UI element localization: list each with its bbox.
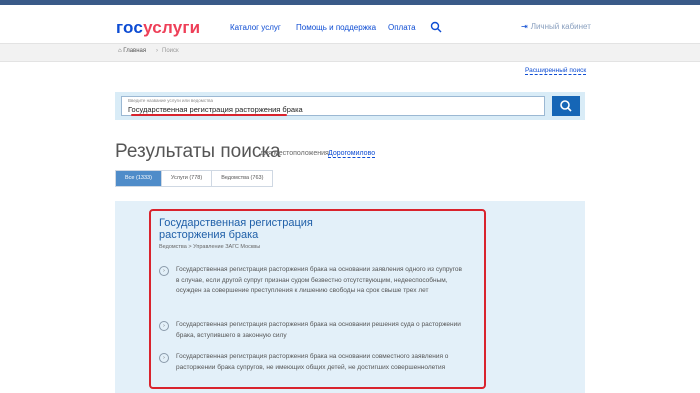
personal-cabinet-link[interactable]: ⇥ Личный кабинет	[521, 22, 591, 31]
header: госуслуги Каталог услуг Помощь и поддерж…	[0, 5, 700, 43]
page-title: Результаты поиска	[115, 141, 281, 162]
search-button-icon	[560, 100, 572, 112]
results-tabs: Все (1333) Услуги (778) Ведомства (763)	[115, 170, 274, 187]
breadcrumb-separator: ›	[156, 48, 158, 54]
tab-services[interactable]: Услуги (778)	[161, 171, 213, 186]
search-button[interactable]	[552, 96, 580, 116]
breadcrumb: ⌂ Главная › Поиск	[0, 43, 700, 62]
result-title-link[interactable]: Государственная регистрация расторжения …	[159, 217, 379, 241]
chevron-circle-icon: ›	[159, 353, 169, 363]
chevron-circle-icon: ›	[159, 321, 169, 331]
breadcrumb-current: Поиск	[162, 48, 179, 54]
nav-payment[interactable]: Оплата	[388, 23, 416, 32]
tab-all[interactable]: Все (1333)	[116, 171, 162, 186]
subitem-text: Государственная регистрация расторжения …	[176, 353, 449, 371]
subitem-text: Государственная регистрация расторжения …	[176, 266, 462, 294]
gosuslugi-logo[interactable]: госуслуги	[116, 18, 200, 38]
advanced-search-link[interactable]: Расширенный поиск	[525, 67, 587, 75]
subitem-text: Государственная регистрация расторжения …	[176, 321, 461, 339]
search-input[interactable]: Введите название услуги или ведомства Го…	[121, 96, 545, 116]
exit-icon: ⇥	[521, 22, 528, 31]
location-label: для местоположения	[260, 150, 329, 157]
nav-help[interactable]: Помощь и поддержка	[296, 23, 376, 32]
tab-departments[interactable]: Ведомства (763)	[212, 171, 273, 186]
breadcrumb-home[interactable]: ⌂ Главная	[118, 48, 146, 54]
nav-catalog[interactable]: Каталог услуг	[230, 23, 281, 32]
search-query: Государственная регистрация расторжения …	[128, 105, 303, 114]
search-icon[interactable]	[430, 21, 442, 33]
search-hint: Введите название услуги или ведомства	[128, 98, 213, 103]
chevron-circle-icon: ›	[159, 266, 169, 276]
location-link[interactable]: Дорогомилово	[328, 150, 376, 158]
home-icon: ⌂	[118, 48, 122, 54]
search-panel: Введите название услуги или ведомства Го…	[115, 92, 585, 120]
result-department[interactable]: Ведомства > Управление ЗАГС Москвы	[159, 244, 260, 250]
red-underline-annotation	[131, 114, 287, 116]
